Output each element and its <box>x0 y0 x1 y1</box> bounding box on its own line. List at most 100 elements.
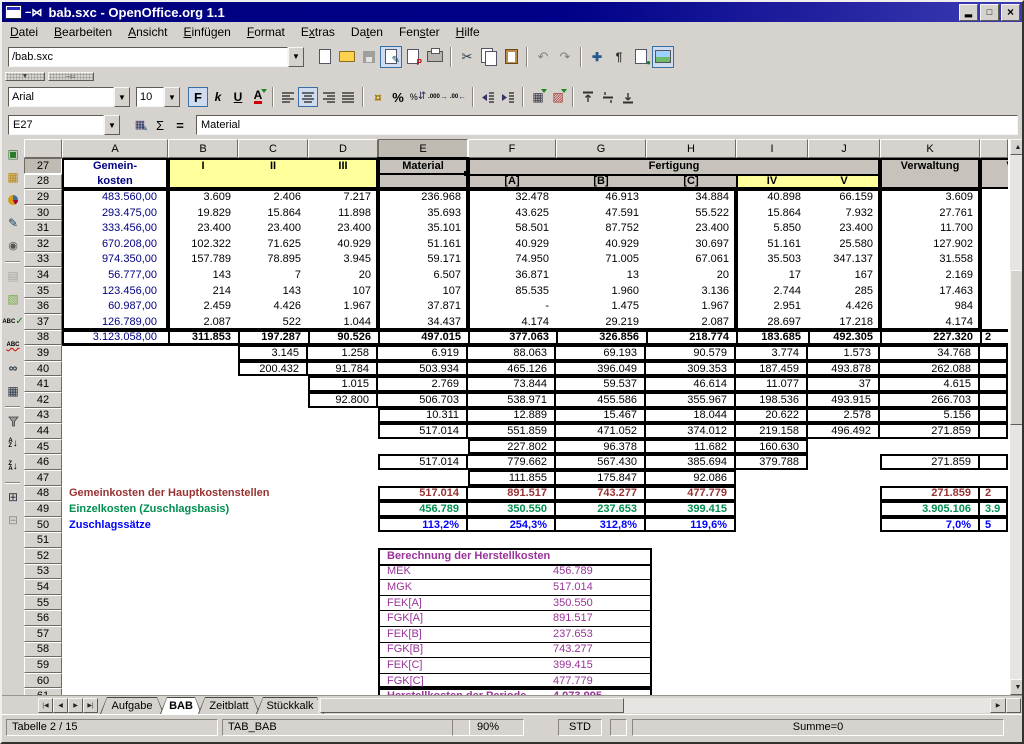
column-header-F[interactable]: F <box>468 139 556 158</box>
row-header-33[interactable]: 33 <box>24 252 62 268</box>
row-header-60[interactable]: 60 <box>24 673 62 689</box>
close-button[interactable] <box>1001 4 1020 21</box>
cell-L40[interactable] <box>980 361 1008 377</box>
cell-G44[interactable]: 471.052 <box>556 423 646 439</box>
italic-button[interactable]: k <box>208 87 228 107</box>
cell-E38[interactable]: 497.015 <box>378 330 468 346</box>
cell-J42[interactable]: 493.915 <box>808 392 880 408</box>
column-header-G[interactable]: G <box>556 139 646 158</box>
borders-button[interactable]: ▦ <box>528 87 548 107</box>
cell-L43[interactable] <box>980 408 1008 424</box>
cell-A30[interactable]: 293.475,00 <box>62 205 168 221</box>
cell-E41[interactable]: 2.769 <box>378 376 468 392</box>
align-bottom-button[interactable] <box>618 87 638 107</box>
form-functions-button[interactable]: ◉ <box>3 236 23 256</box>
cell-F32[interactable]: 40.929 <box>468 236 556 252</box>
cell-E42[interactable]: 506.703 <box>378 392 468 408</box>
toolbar-pin-icon[interactable]: −⊨ <box>48 72 94 81</box>
header-cell[interactable]: Gemein- <box>62 158 168 174</box>
cell-K37[interactable]: 4.174 <box>880 314 980 330</box>
cell-H39[interactable]: 90.579 <box>646 345 736 361</box>
row-header-58[interactable]: 58 <box>24 642 62 658</box>
cell-G42[interactable]: 455.586 <box>556 392 646 408</box>
cell-I45[interactable]: 160.630 <box>736 439 808 455</box>
justify-button[interactable] <box>338 87 358 107</box>
cell-K49[interactable]: 3.905.106 <box>880 501 980 517</box>
row-header-49[interactable]: 49 <box>24 501 62 517</box>
cell-K30[interactable]: 27.761 <box>880 205 980 221</box>
cell-C30[interactable]: 15.864 <box>238 205 308 221</box>
cell-I41[interactable]: 11.077 <box>736 376 808 392</box>
row-header-42[interactable]: 42 <box>24 392 62 408</box>
insert-button[interactable]: ▣ <box>3 144 23 164</box>
row-header-28[interactable]: 28 <box>24 174 62 190</box>
cell-D38[interactable]: 90.526 <box>308 330 378 346</box>
cell-F48[interactable]: 891.517 <box>468 486 556 502</box>
cell-E35[interactable]: 107 <box>378 283 468 299</box>
cell-E50[interactable]: 113,2% <box>378 517 468 533</box>
font-name-input[interactable] <box>9 88 113 106</box>
cell-I44[interactable]: 219.158 <box>736 423 808 439</box>
header-cell[interactable]: [C] <box>646 174 736 190</box>
row-header-29[interactable]: 29 <box>24 189 62 205</box>
row-header-50[interactable]: 50 <box>24 517 62 533</box>
row-header-44[interactable]: 44 <box>24 423 62 439</box>
cell-H41[interactable]: 46.614 <box>646 376 736 392</box>
cell-grid[interactable]: ABCDEFGHIJK27282930313233343536373839404… <box>24 139 1008 695</box>
themes-button[interactable]: ▧ <box>3 289 23 309</box>
minimize-button[interactable] <box>959 4 978 21</box>
row-header-39[interactable]: 39 <box>24 345 62 361</box>
url-input[interactable] <box>9 48 287 66</box>
cell-L38[interactable]: 2 <box>980 330 1008 346</box>
cell-K48[interactable]: 271.859 <box>880 486 980 502</box>
menu-fenster[interactable]: Fenster <box>391 23 448 41</box>
cell-H46[interactable]: 385.694 <box>646 454 736 470</box>
menu-daten[interactable]: Daten <box>343 23 391 41</box>
url-combo[interactable]: ▼ <box>8 47 304 67</box>
row-header-51[interactable]: 51 <box>24 532 62 548</box>
cell-I39[interactable]: 3.774 <box>736 345 808 361</box>
cell-C29[interactable]: 2.406 <box>238 189 308 205</box>
cell-E43[interactable]: 10.311 <box>378 408 468 424</box>
cell-A35[interactable]: 123.456,00 <box>62 283 168 299</box>
cell-F42[interactable]: 538.971 <box>468 392 556 408</box>
cell-K33[interactable]: 31.558 <box>880 252 980 268</box>
cell-F38[interactable]: 377.063 <box>468 330 556 346</box>
previous-sheet-button[interactable]: ◀ <box>53 698 68 713</box>
last-sheet-button[interactable]: ▶| <box>83 698 98 713</box>
cell-J44[interactable]: 496.492 <box>808 423 880 439</box>
cut-button[interactable]: ✂ <box>456 46 478 68</box>
cell-E30[interactable]: 35.693 <box>378 205 468 221</box>
sheet-tab-stückkalk[interactable]: Stückkalk <box>256 697 324 714</box>
sort-ascending-button[interactable]: AZ↓ <box>3 434 23 454</box>
cell-K39[interactable]: 34.768 <box>880 345 980 361</box>
row-header-46[interactable]: 46 <box>24 454 62 470</box>
cell-E34[interactable]: 6.507 <box>378 267 468 283</box>
cell-K38[interactable]: 227.320 <box>880 330 980 346</box>
cell-H34[interactable]: 20 <box>646 267 736 283</box>
cell-J41[interactable]: 37 <box>808 376 880 392</box>
cell-I33[interactable]: 35.503 <box>736 252 808 268</box>
cell-J43[interactable]: 2.578 <box>808 408 880 424</box>
cell-H47[interactable]: 92.086 <box>646 470 736 486</box>
cell-J35[interactable]: 285 <box>808 283 880 299</box>
row-header-53[interactable]: 53 <box>24 564 62 580</box>
cell-H32[interactable]: 30.697 <box>646 236 736 252</box>
cell-F47[interactable]: 111.855 <box>468 470 556 486</box>
cell-F34[interactable]: 36.871 <box>468 267 556 283</box>
row-header-47[interactable]: 47 <box>24 470 62 486</box>
cell-D34[interactable]: 20 <box>308 267 378 283</box>
cell-E40[interactable]: 503.934 <box>378 361 468 377</box>
cell-B36[interactable]: 2.459 <box>168 298 238 314</box>
align-vcenter-button[interactable] <box>598 87 618 107</box>
menu-bearbeiten[interactable]: Bearbeiten <box>46 23 120 41</box>
add-decimal-button[interactable]: .000→ <box>428 87 448 107</box>
row-header-55[interactable]: 55 <box>24 595 62 611</box>
cell-H40[interactable]: 309.353 <box>646 361 736 377</box>
cell-L41[interactable] <box>980 376 1008 392</box>
cell-G49[interactable]: 237.653 <box>556 501 646 517</box>
copy-button[interactable] <box>478 46 500 68</box>
cell-K34[interactable]: 2.169 <box>880 267 980 283</box>
navigator-button[interactable]: ✚ <box>586 46 608 68</box>
row-header-41[interactable]: 41 <box>24 376 62 392</box>
